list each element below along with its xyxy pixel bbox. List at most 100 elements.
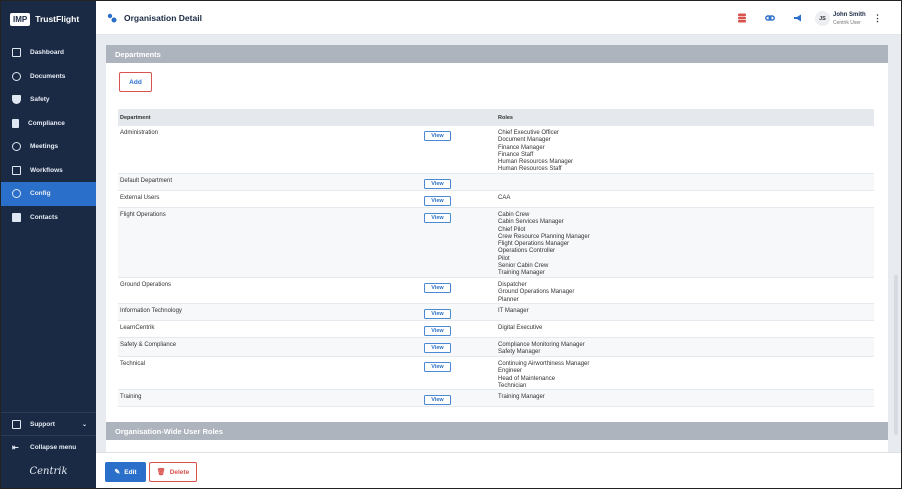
- role-item: CAA: [498, 195, 511, 201]
- sidebar-item-safety[interactable]: Safety: [1, 88, 96, 112]
- view-button[interactable]: View: [424, 309, 451, 319]
- more-menu-icon[interactable]: ⋮: [873, 13, 882, 24]
- collapse-icon: ⇤: [12, 442, 19, 452]
- view-button[interactable]: View: [424, 362, 451, 372]
- shield-icon: [12, 95, 21, 105]
- roles-list: Dispatcher Ground Operations Manager Plann…: [498, 282, 574, 304]
- app-window: IMP TrustFlight Dashboard Documents Safe…: [0, 0, 902, 489]
- sidebar-item-contacts[interactable]: Contacts: [1, 206, 96, 230]
- role-item: IT Manager: [498, 308, 529, 314]
- scrollbar[interactable]: [894, 275, 898, 435]
- table-row: Information Technology View IT Manager: [118, 304, 874, 321]
- sidebar-item-documents[interactable]: Documents: [1, 65, 96, 89]
- role-item: Training Manager: [498, 270, 545, 277]
- brand-logo[interactable]: IMP TrustFlight: [10, 10, 79, 28]
- roles-list: CAA: [498, 195, 510, 202]
- delete-button-label: Delete: [169, 468, 190, 476]
- megaphone-icon[interactable]: [793, 13, 803, 23]
- sidebar-item-label: Documents: [30, 72, 66, 80]
- role-item: Digital Executive: [498, 325, 543, 331]
- sidebar: IMP TrustFlight Dashboard Documents Safe…: [1, 1, 96, 488]
- department-name: Training: [120, 394, 142, 400]
- departments-panel: Departments Add Department Roles Adminis…: [106, 45, 888, 449]
- config-icon: [12, 189, 21, 199]
- collapse-label: Collapse menu: [30, 443, 77, 451]
- role-item: Planner: [498, 296, 519, 303]
- clipboard-icon: [12, 118, 19, 128]
- action-footer: ✎ Edit 🗑 Delete: [96, 452, 901, 488]
- view-button[interactable]: View: [424, 196, 451, 206]
- table-body: Administration View Chief Executive Office…: [118, 126, 874, 407]
- role-item: Pilot: [498, 255, 510, 262]
- avatar[interactable]: JS: [815, 11, 830, 26]
- view-button[interactable]: View: [424, 395, 451, 405]
- table-header: Department Roles: [118, 109, 874, 126]
- view-button[interactable]: View: [424, 343, 451, 353]
- table-row: External Users View CAA: [118, 191, 874, 208]
- view-button[interactable]: View: [424, 213, 451, 223]
- brand-logo-mark: IMP: [10, 12, 31, 26]
- table-row: Training View Training Manager: [118, 390, 874, 407]
- view-button[interactable]: View: [424, 131, 451, 141]
- roles-list: Training Manager: [498, 394, 545, 401]
- roles-list: Chief Executive Officer Document Manager F…: [498, 130, 573, 174]
- sidebar-item-support[interactable]: Support ⌄: [1, 412, 96, 435]
- sidebar-item-config[interactable]: Config: [1, 182, 96, 206]
- table-row: Administration View Chief Executive Office…: [118, 126, 874, 174]
- department-name: Default Department: [120, 178, 173, 184]
- edit-icon: ✎: [114, 469, 121, 476]
- people-icon: [12, 142, 21, 152]
- sidebar-item-compliance[interactable]: Compliance: [1, 112, 96, 136]
- role-item: Crew Resource Planning Manager: [498, 233, 590, 240]
- role-item: Human Resources Staff: [498, 166, 562, 173]
- role-item: Document Manager: [498, 137, 551, 144]
- sidebar-bottom: Support ⌄ ⇤ Collapse menu: [1, 412, 96, 458]
- top-header: Organisation Detail JS John Smith Centri…: [96, 1, 901, 35]
- table-row: Ground Operations View Dispatcher Ground Op…: [118, 278, 874, 304]
- role-item: Finance Manager: [498, 144, 545, 151]
- edit-button[interactable]: ✎ Edit: [105, 462, 146, 482]
- roles-list: IT Manager: [498, 308, 529, 315]
- column-header-department: Department: [120, 115, 151, 121]
- sidebar-item-label: Contacts: [30, 213, 58, 221]
- support-label: Support: [30, 420, 55, 428]
- role-item: Operations Controller: [498, 248, 556, 255]
- role-item: Chief Pilot: [498, 226, 526, 233]
- sidebar-item-dashboard[interactable]: Dashboard: [1, 41, 96, 65]
- alert-stack-icon[interactable]: [737, 13, 747, 23]
- view-button[interactable]: View: [424, 179, 451, 189]
- view-button[interactable]: View: [424, 326, 451, 336]
- centrik-logo: Centrik: [29, 466, 68, 477]
- contact-card-icon: [12, 212, 21, 222]
- roles-list: Compliance Monitoring Manager Safety Mana…: [498, 342, 585, 357]
- config-icon: [107, 13, 117, 23]
- sidebar-item-label: Dashboard: [30, 49, 64, 57]
- sidebar-item-label: Meetings: [30, 143, 59, 151]
- table-row: LearnCentrik View Digital Executive: [118, 321, 874, 338]
- departments-table: Department Roles Administration View Chief…: [118, 109, 874, 407]
- user-name: John Smith: [833, 12, 866, 18]
- table-row: Technical View Continuing Airworthiness Ma…: [118, 357, 874, 390]
- sidebar-item-workflows[interactable]: Workflows: [1, 159, 96, 183]
- role-item: Cabin Services Manager: [498, 219, 564, 226]
- edit-button-label: Edit: [124, 468, 137, 476]
- chevron-down-icon: ⌄: [81, 421, 87, 428]
- department-name: External Users: [120, 195, 160, 201]
- sidebar-item-label: Compliance: [28, 119, 65, 127]
- sidebar-item-label: Safety: [30, 96, 50, 104]
- add-button-label: Add: [129, 78, 142, 86]
- role-item: Senior Cabin Crew: [498, 263, 549, 270]
- collapse-menu-button[interactable]: ⇤ Collapse menu: [1, 435, 96, 458]
- delete-button[interactable]: 🗑 Delete: [149, 462, 197, 482]
- department-name: Safety & Compliance: [120, 342, 177, 348]
- main-content: Departments Add Department Roles Adminis…: [96, 35, 901, 488]
- add-department-button[interactable]: Add: [119, 72, 152, 92]
- link-icon[interactable]: [765, 13, 775, 23]
- roles-list: Cabin Crew Cabin Services Manager Chief Pi…: [498, 212, 590, 278]
- view-button[interactable]: View: [424, 283, 451, 293]
- role-item: Finance Staff: [498, 151, 534, 158]
- user-role: Centrik User: [833, 20, 861, 26]
- table-row: Flight Operations View Cabin Crew Cabin Ser…: [118, 208, 874, 278]
- sidebar-item-meetings[interactable]: Meetings: [1, 135, 96, 159]
- paperclip-icon: [12, 71, 21, 81]
